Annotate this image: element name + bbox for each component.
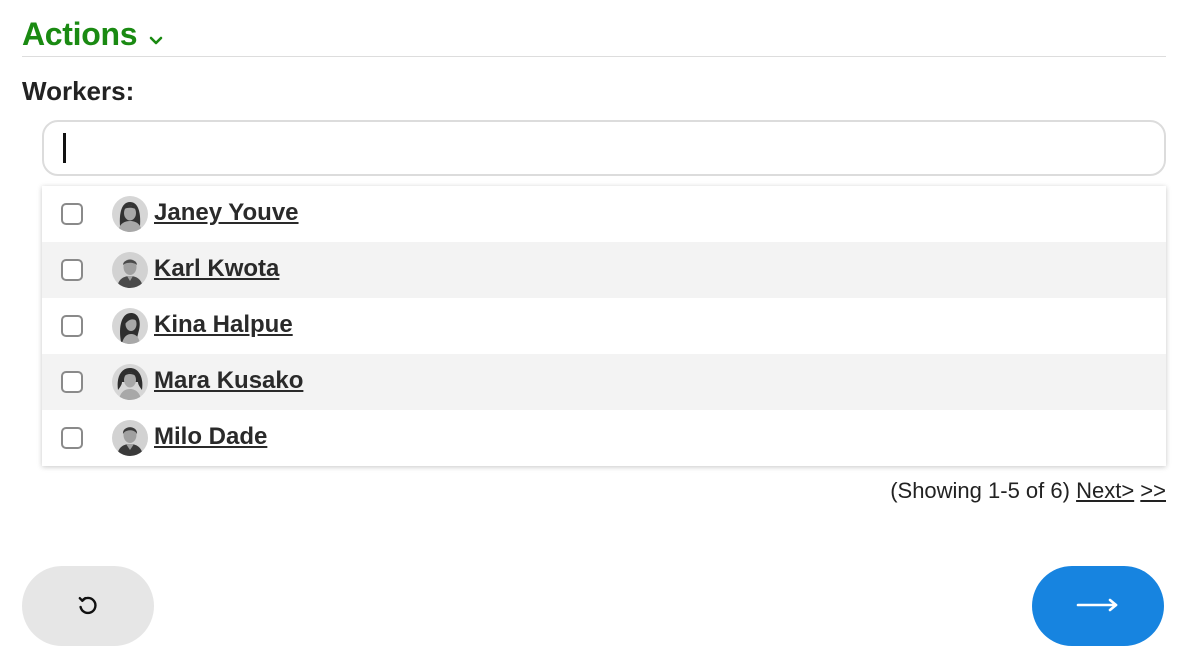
worker-search-input[interactable] [58,128,1150,168]
male-avatar-icon [112,252,148,288]
worker-row[interactable]: Mara Kusako [42,354,1166,410]
worker-checkbox[interactable] [61,259,83,281]
next-page-link[interactable]: Next> [1076,478,1134,503]
pagination: (Showing 1-5 of 6) Next> >> [890,476,1166,506]
worker-search-field[interactable] [42,120,1166,176]
worker-checkbox[interactable] [61,203,83,225]
male-avatar-icon [112,420,148,456]
page: Actions Workers: Janey Youve Karl Kwota … [0,0,1200,672]
worker-name-link[interactable]: Mara Kusako [154,367,303,395]
female-avatar-icon [112,196,148,232]
actions-title: Actions [22,16,138,52]
worker-row[interactable]: Janey Youve [42,186,1166,242]
worker-name-link[interactable]: Janey Youve [154,199,299,227]
worker-checkbox[interactable] [61,371,83,393]
next-button[interactable] [1032,566,1164,646]
pagination-summary: (Showing 1-5 of 6) [890,478,1070,503]
last-page-link[interactable]: >> [1140,478,1166,503]
worker-checkbox[interactable] [61,315,83,337]
worker-row[interactable]: Kina Halpue [42,298,1166,354]
workers-label: Workers: [22,76,135,106]
worker-name-link[interactable]: Karl Kwota [154,255,279,283]
undo-icon [76,593,100,620]
worker-checkbox[interactable] [61,427,83,449]
actions-toggle[interactable]: Actions [22,14,1166,57]
worker-name-link[interactable]: Milo Dade [154,423,267,451]
worker-row[interactable]: Milo Dade [42,410,1166,466]
text-cursor [63,133,66,163]
female-avatar-icon [112,308,148,344]
worker-row[interactable]: Karl Kwota [42,242,1166,298]
reset-button[interactable] [22,566,154,646]
worker-name-link[interactable]: Kina Halpue [154,311,293,339]
worker-suggestion-list: Janey Youve Karl Kwota Kina Halpue Mara … [42,186,1166,466]
arrow-right-icon [1076,597,1120,616]
female-avatar-icon [112,364,148,400]
chevron-down-icon [149,34,163,48]
